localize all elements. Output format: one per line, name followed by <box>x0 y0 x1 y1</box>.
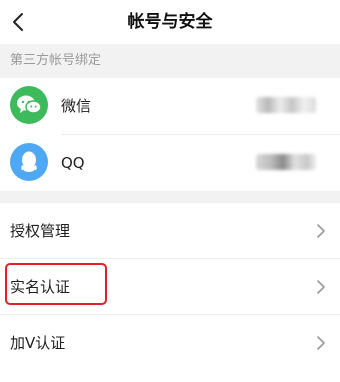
qq-account-masked <box>256 154 316 170</box>
menu-item-label: 加V认证 <box>10 334 66 352</box>
menu-item-label: 实名认证 <box>10 278 71 296</box>
settings-menu: 授权管理 实名认证 加V认证 <box>0 203 340 382</box>
wechat-label: 微信 <box>61 97 92 115</box>
menu-item-label: 授权管理 <box>10 222 71 240</box>
third-party-list: 微信 QQ <box>0 78 340 191</box>
wechat-bind-row[interactable]: 微信 <box>0 78 340 135</box>
qq-bind-row[interactable]: QQ <box>0 135 340 191</box>
qq-icon <box>10 143 48 181</box>
wechat-account-masked <box>256 97 316 113</box>
header-bar: 帐号与安全 <box>0 0 340 44</box>
menu-item-v-verification[interactable]: 加V认证 <box>0 315 340 371</box>
section-label-third-party: 第三方帐号绑定 <box>0 44 340 78</box>
qq-label: QQ <box>61 154 85 172</box>
page-title: 帐号与安全 <box>127 12 213 32</box>
chevron-right-icon <box>317 224 325 238</box>
wechat-icon <box>10 86 48 124</box>
chevron-right-icon <box>317 280 325 294</box>
menu-item-authorization[interactable]: 授权管理 <box>0 203 340 259</box>
chevron-right-icon <box>317 336 325 350</box>
menu-item-real-name[interactable]: 实名认证 <box>0 259 340 315</box>
